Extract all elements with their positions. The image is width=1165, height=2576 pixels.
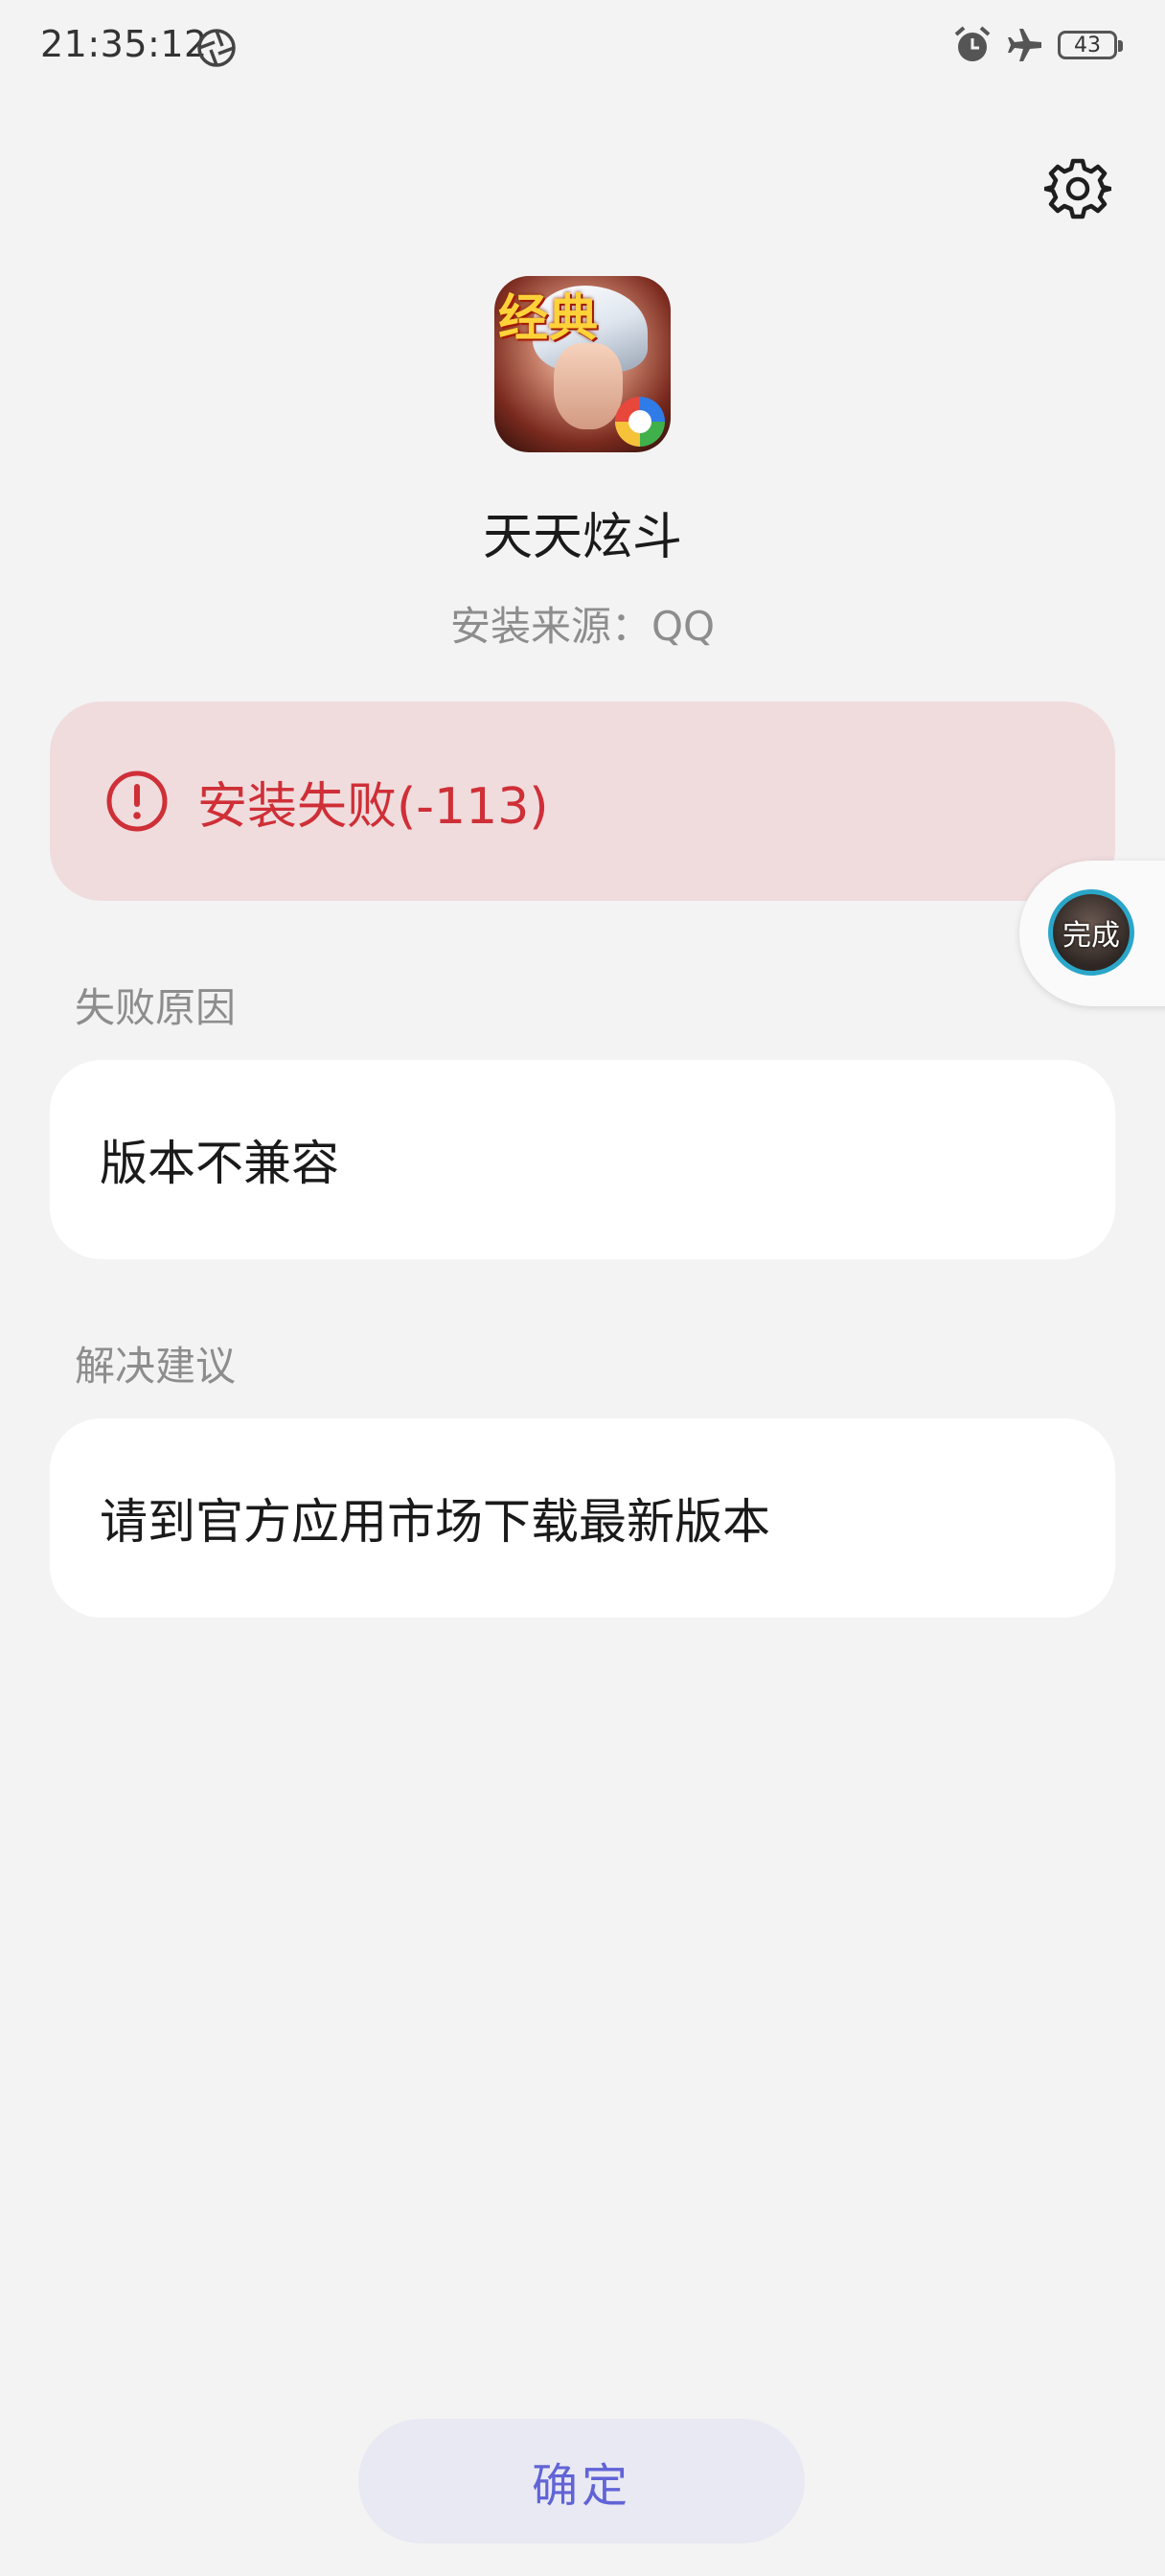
- settings-gear-icon[interactable]: [1044, 155, 1111, 222]
- error-alert-icon: [106, 770, 168, 832]
- battery-icon: 43: [1058, 31, 1123, 59]
- failure-reason-value: 版本不兼容: [100, 1136, 339, 1191]
- app-name: 天天炫斗: [482, 509, 682, 566]
- app-icon: 经典: [494, 276, 671, 452]
- shutter-icon: [197, 29, 236, 67]
- suggestion-card: 请到官方应用市场下载最新版本: [50, 1418, 1115, 1618]
- status-time: 21:35:12: [40, 23, 208, 65]
- alarm-icon: [954, 26, 991, 61]
- app-icon-face: [554, 343, 623, 429]
- floating-bubble-avatar[interactable]: 完成: [1048, 889, 1134, 976]
- install-error-banner: 安装失败(-113): [50, 702, 1115, 901]
- airplane-mode-icon: [1008, 29, 1041, 61]
- suggestion-value: 请到官方应用市场下载最新版本: [100, 1494, 770, 1550]
- confirm-button[interactable]: 确定: [358, 2419, 805, 2543]
- suggestion-label: 解决建议: [75, 1343, 237, 1390]
- tencent-games-logo-icon: [615, 397, 665, 447]
- error-message: 安装失败(-113): [197, 777, 549, 836]
- floating-assistant-bubble[interactable]: 完成: [1019, 861, 1165, 1006]
- failure-reason-label: 失败原因: [75, 984, 237, 1031]
- status-icons: 43: [952, 25, 1123, 65]
- install-source: 安装来源：QQ: [449, 603, 716, 650]
- status-bar: 21:35:12 43: [0, 0, 1165, 96]
- failure-reason-card: 版本不兼容: [50, 1060, 1115, 1259]
- floating-bubble-label: 完成: [1062, 919, 1120, 953]
- app-icon-badge: 经典: [498, 290, 599, 348]
- battery-level: 43: [1074, 33, 1101, 58]
